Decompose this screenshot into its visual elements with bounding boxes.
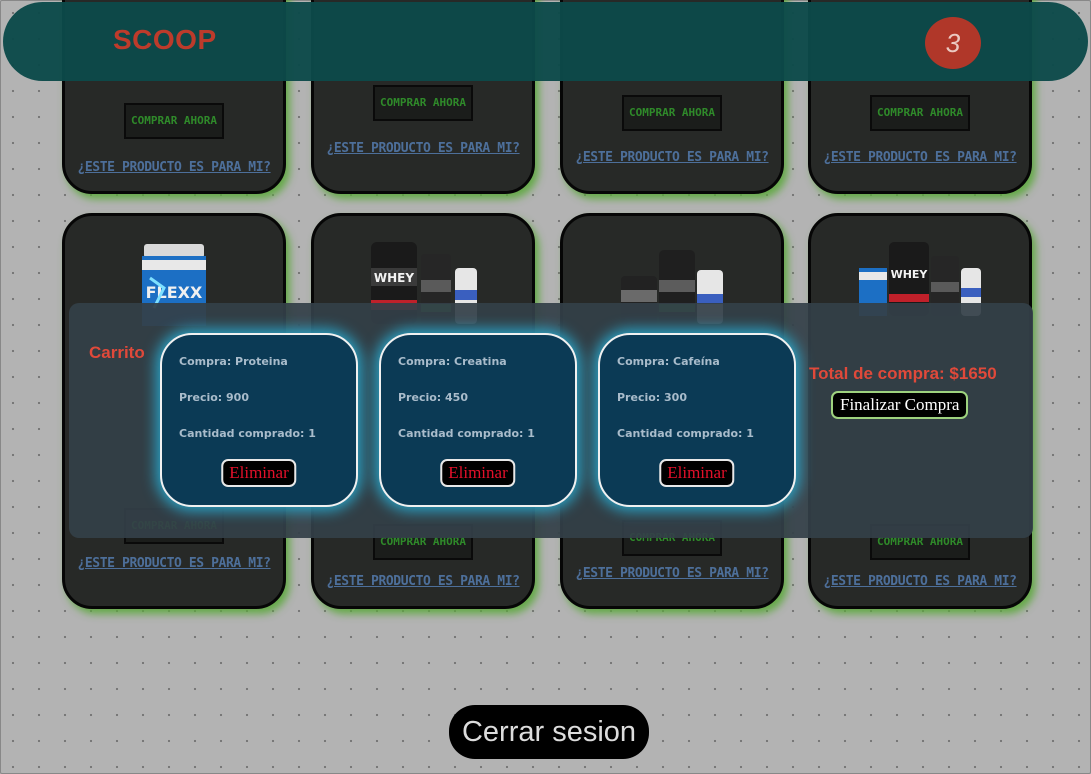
- svg-text:WHEY: WHEY: [374, 271, 414, 285]
- cart-item-price: Precio: 450: [398, 391, 468, 404]
- cart-title: Carrito: [89, 343, 145, 362]
- finalize-purchase-button[interactable]: Finalizar Compra: [831, 391, 969, 419]
- cart-item: Compra: Cafeína Precio: 300 Cantidad com…: [598, 333, 796, 507]
- svg-text:WHEY: WHEY: [891, 268, 929, 281]
- delete-button[interactable]: Eliminar: [659, 459, 735, 487]
- product-info-link[interactable]: ¿ESTE PRODUCTO ES PARA MI?: [65, 556, 283, 571]
- product-info-link[interactable]: ¿ESTE PRODUCTO ES PARA MI?: [314, 574, 532, 589]
- buy-now-button[interactable]: COMPRAR AHORA: [373, 85, 473, 121]
- cart-item-quantity: Cantidad comprado: 1: [617, 427, 754, 440]
- cart-item-name: Compra: Cafeína: [617, 355, 720, 368]
- cart-item-quantity: Cantidad comprado: 1: [179, 427, 316, 440]
- svg-text:FLEXX: FLEXX: [146, 283, 203, 302]
- cart-panel: Carrito Compra: Proteina Precio: 900 Can…: [69, 303, 1033, 538]
- cart-item-name: Compra: Creatina: [398, 355, 507, 368]
- brand-logo[interactable]: SCOOP: [113, 24, 217, 56]
- cart-item-price: Precio: 300: [617, 391, 687, 404]
- product-info-link[interactable]: ¿ESTE PRODUCTO ES PARA MI?: [563, 150, 781, 165]
- product-info-link[interactable]: ¿ESTE PRODUCTO ES PARA MI?: [811, 150, 1029, 165]
- product-info-link[interactable]: ¿ESTE PRODUCTO ES PARA MI?: [811, 574, 1029, 589]
- product-info-link[interactable]: ¿ESTE PRODUCTO ES PARA MI?: [563, 566, 781, 581]
- buy-now-button[interactable]: COMPRAR AHORA: [124, 103, 224, 139]
- cart-item-price: Precio: 900: [179, 391, 249, 404]
- product-info-link[interactable]: ¿ESTE PRODUCTO ES PARA MI?: [65, 160, 283, 175]
- logout-button[interactable]: Cerrar sesion: [449, 705, 649, 759]
- cart-item: Compra: Creatina Precio: 450 Cantidad co…: [379, 333, 577, 507]
- cart-item: Compra: Proteina Precio: 900 Cantidad co…: [160, 333, 358, 507]
- top-header: SCOOP 3: [3, 2, 1088, 81]
- delete-button[interactable]: Eliminar: [440, 459, 516, 487]
- buy-now-button[interactable]: COMPRAR AHORA: [870, 95, 970, 131]
- buy-now-button[interactable]: COMPRAR AHORA: [622, 95, 722, 131]
- cart-item-quantity: Cantidad comprado: 1: [398, 427, 535, 440]
- cart-total: Total de compra: $1650: [809, 364, 997, 383]
- cart-item-name: Compra: Proteina: [179, 355, 288, 368]
- cart-count-badge[interactable]: 3: [925, 17, 981, 69]
- delete-button[interactable]: Eliminar: [221, 459, 297, 487]
- product-info-link[interactable]: ¿ESTE PRODUCTO ES PARA MI?: [314, 141, 532, 156]
